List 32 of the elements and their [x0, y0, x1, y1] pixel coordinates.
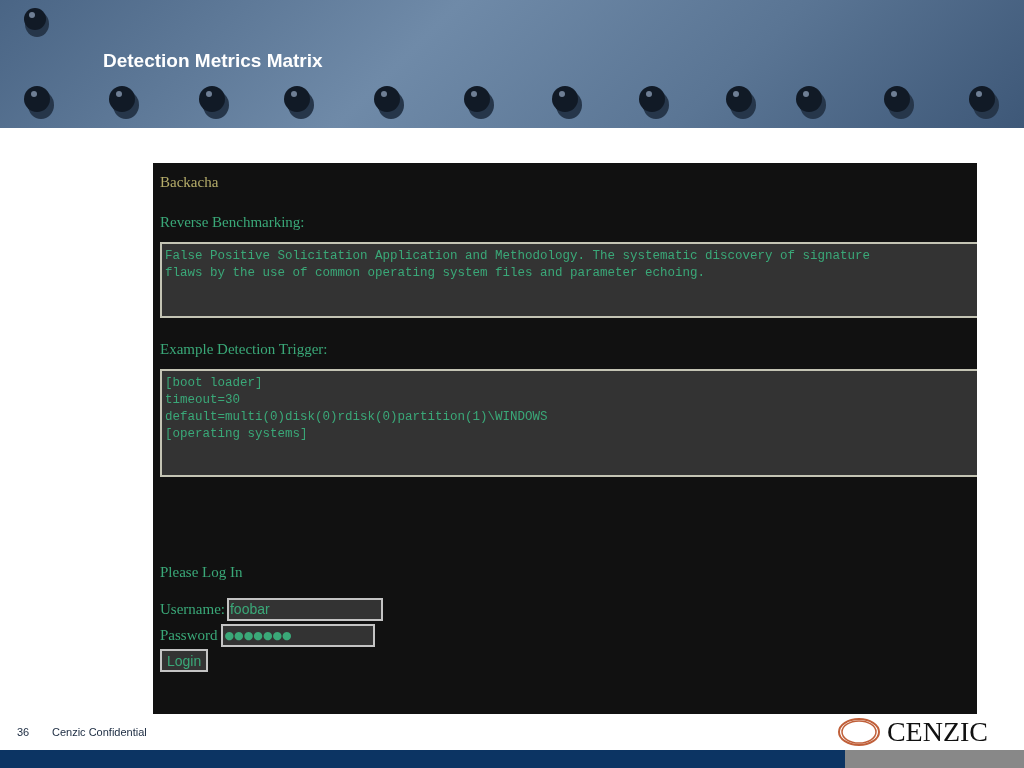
rivet-icon — [462, 84, 496, 120]
rivet-icon — [637, 84, 671, 120]
text-area-line: False Positive Solicitation Application and Methodology. The systematic discovery of signature — [165, 248, 872, 265]
text-area-line: [boot loader] — [165, 375, 264, 392]
slide-title: Detection Metrics Matrix — [103, 48, 323, 73]
section-heading: Reverse Benchmarking: — [160, 213, 306, 231]
text-area-line: default=multi(0)disk(0)rdisk(0)partition(1)\WINDOWS — [165, 409, 549, 426]
rivet-icon — [794, 84, 828, 120]
login-button[interactable]: Login — [160, 649, 209, 672]
rivet-icon — [724, 84, 758, 120]
password-field[interactable]: ●●●●●●● — [220, 623, 375, 647]
rivet-icon — [107, 84, 141, 120]
rivet-icon — [282, 84, 316, 120]
section-heading: Example Detection Trigger: — [160, 340, 329, 358]
text-area-line: flaws by the use of common operating system files and parameter echoing. — [165, 265, 707, 282]
text-area-line: [operating systems] — [165, 426, 309, 443]
rivet-icon — [197, 84, 231, 120]
username-label: Username: — [160, 599, 225, 619]
site-title: Backacha — [160, 173, 220, 191]
rivet-icon — [882, 84, 916, 120]
rivet-icon — [967, 84, 1001, 120]
login-heading: Please Log In — [160, 563, 244, 581]
username-field[interactable]: foobar — [227, 597, 383, 621]
rings-logo-icon — [836, 717, 881, 747]
page-number: 36 — [17, 724, 31, 740]
rivet-icon — [22, 84, 56, 120]
company-logo: CENZIC — [886, 717, 988, 747]
password-label: Password — [160, 625, 218, 645]
footer-text: Cenzic Confidential — [52, 724, 147, 740]
text-area-line: timeout=30 — [165, 392, 241, 409]
rivet-icon — [372, 84, 406, 120]
rivet-icon — [550, 84, 584, 120]
